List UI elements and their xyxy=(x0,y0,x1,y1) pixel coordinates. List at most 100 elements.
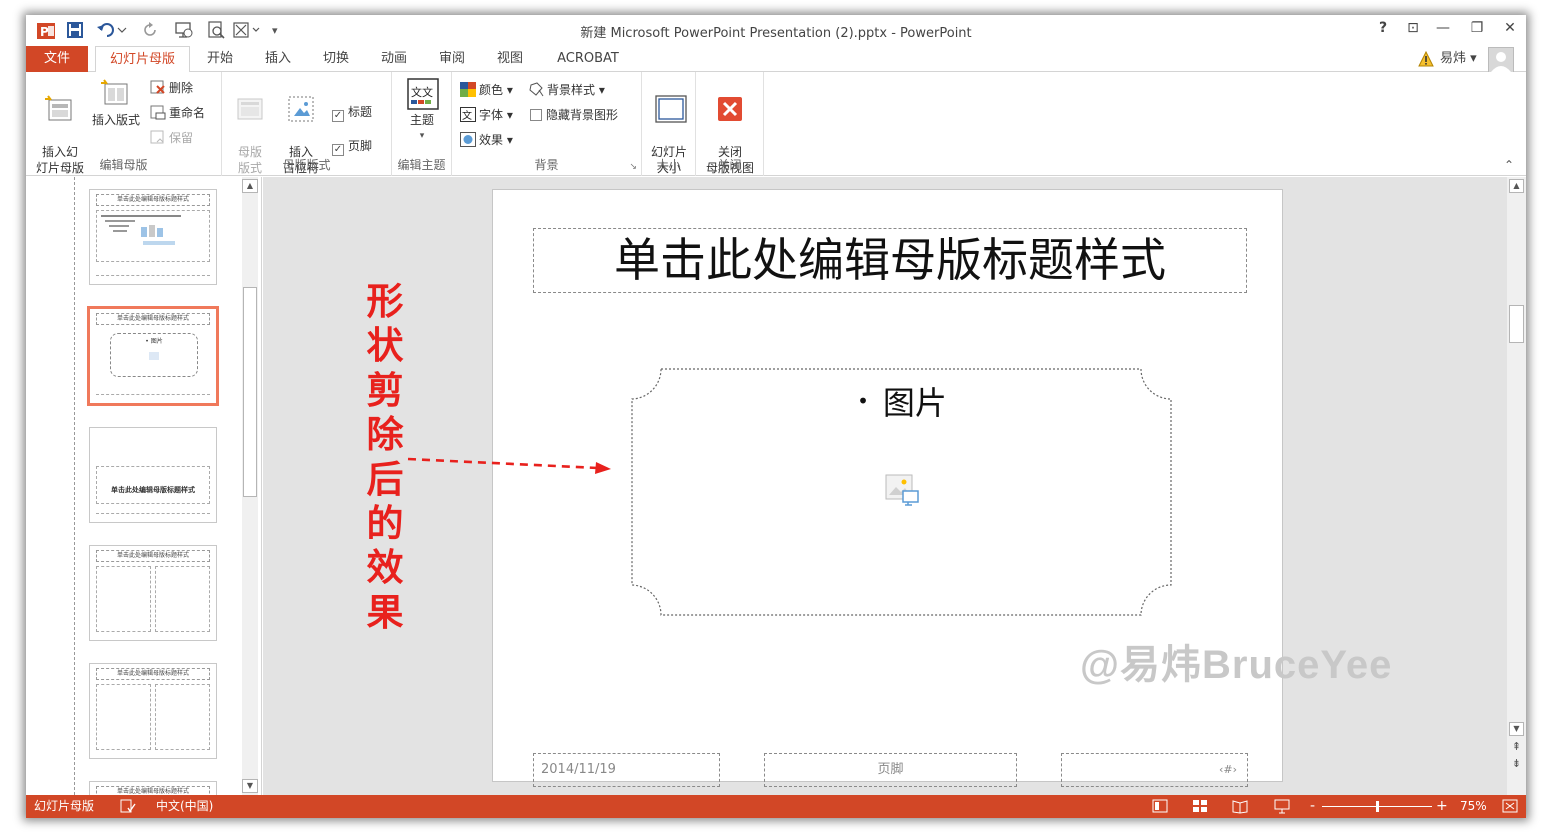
hide-background-graphics-checkbox[interactable]: 隐藏背景图形 xyxy=(530,105,618,125)
annotation-char: 除 xyxy=(366,413,404,457)
thumbnail-layout-6[interactable]: 单击此处编辑母版标题样式 xyxy=(89,781,217,798)
group-edit-master: 插入幻 灯片母版 插入版式 删除 重命名 保留 编辑母版 xyxy=(26,72,222,176)
slide-number-text: ‹#› xyxy=(1218,763,1237,776)
user-account[interactable]: 易炜 ▾ xyxy=(1440,46,1477,72)
tab-animations[interactable]: 动画 xyxy=(372,46,416,72)
avatar[interactable] xyxy=(1488,47,1514,73)
thumbnail-layout-3[interactable]: 单击此处编辑母版标题样式 xyxy=(89,427,217,523)
minimize-button[interactable]: — xyxy=(1432,20,1454,36)
delete-button[interactable]: 删除 xyxy=(150,78,193,98)
maximize-button[interactable]: ❐ xyxy=(1466,20,1488,36)
footer-text: 页脚 xyxy=(877,762,904,777)
tab-insert[interactable]: 插入 xyxy=(256,46,300,72)
hide-bg-label: 隐藏背景图形 xyxy=(546,108,619,122)
fonts-label: 字体 xyxy=(479,108,504,122)
warning-icon xyxy=(1418,50,1434,67)
slide-title-placeholder[interactable]: 单击此处编辑母版标题样式 xyxy=(533,228,1247,293)
rename-icon xyxy=(150,105,166,120)
themes-label: 主题 xyxy=(409,113,434,127)
zoom-in-button[interactable]: + xyxy=(1436,795,1448,818)
editor-scroll-thumb[interactable] xyxy=(1509,305,1524,343)
footer-checkbox-label: 页脚 xyxy=(348,139,373,153)
zoom-level[interactable]: 75% xyxy=(1460,795,1487,818)
editor-scroll-down-icon[interactable]: ▼ xyxy=(1509,722,1524,736)
group-master-layout: 母版 版式 插入 占位符 ✓ 标题 ✓ 页脚 母版版式 xyxy=(222,72,392,176)
zoom-slider-thumb[interactable] xyxy=(1376,801,1379,812)
tab-view[interactable]: 视图 xyxy=(488,46,532,72)
title-bar: P ▾ 新建 Microsoft PowerPoint Presentation… xyxy=(26,15,1526,46)
footer-checkbox[interactable]: ✓ 页脚 xyxy=(332,136,372,156)
status-bar: 幻灯片母版 中文(中国) - + 75% xyxy=(26,795,1526,818)
hide-bg-check-icon xyxy=(530,109,542,121)
tab-review[interactable]: 审阅 xyxy=(430,46,474,72)
next-slide-icon[interactable]: ⇟ xyxy=(1509,757,1524,771)
screenshot-frame: P ▾ 新建 Microsoft PowerPoint Presentation… xyxy=(0,0,1552,832)
slide-sorter-icon[interactable] xyxy=(1192,799,1208,814)
thumbnail-scrollbar[interactable]: ▲ ▼ xyxy=(242,177,258,795)
colors-icon xyxy=(460,82,476,97)
previous-slide-icon[interactable]: ⇞ xyxy=(1509,740,1524,754)
thumbnail-layout-4[interactable]: 单击此处编辑母版标题样式 xyxy=(89,545,217,641)
footer-placeholder[interactable]: 页脚 xyxy=(764,753,1017,787)
ribbon-display-options-button[interactable]: ⊡ xyxy=(1402,20,1424,36)
slide-number-placeholder[interactable]: ‹#› xyxy=(1061,753,1248,787)
group-label-edit-master: 编辑母版 xyxy=(99,158,148,172)
thumbnail-layout-1[interactable]: 单击此处编辑母版标题样式 xyxy=(89,189,217,285)
thumbnail-picture-placeholder: • 图片 xyxy=(110,333,198,377)
thumbnail-left-column xyxy=(96,566,151,632)
slide-show-icon[interactable] xyxy=(1274,799,1290,814)
tab-slide-master[interactable]: 幻灯片母版 xyxy=(95,46,190,73)
svg-text:文文: 文文 xyxy=(411,85,433,99)
scroll-up-icon[interactable]: ▲ xyxy=(242,179,258,193)
thumbnail-section-placeholder: 单击此处编辑母版标题样式 xyxy=(96,466,210,504)
effects-dropdown[interactable]: 效果 ▾ xyxy=(460,130,513,150)
spell-check-icon[interactable] xyxy=(120,799,136,814)
colors-dropdown[interactable]: 颜色 ▾ xyxy=(460,80,513,100)
fit-to-window-icon[interactable] xyxy=(1502,799,1518,814)
tab-file[interactable]: 文件 xyxy=(26,46,88,72)
colors-label: 颜色 xyxy=(479,83,504,97)
group-label-master-layout: 母版版式 xyxy=(282,158,331,172)
rename-button[interactable]: 重命名 xyxy=(150,103,205,123)
preserve-icon xyxy=(150,130,166,145)
tab-acrobat[interactable]: ACROBAT xyxy=(548,46,628,72)
normal-view-icon[interactable] xyxy=(1152,799,1168,814)
themes-button[interactable]: 文文 主题 ▾ xyxy=(398,78,446,144)
reading-view-icon[interactable] xyxy=(1232,799,1248,814)
watermark: @易炜BruceYee xyxy=(1080,643,1393,687)
thumbnail-title: 单击此处编辑母版标题样式 xyxy=(96,668,210,680)
thumbnail-layout-2-selected[interactable]: 单击此处编辑母版标题样式 • 图片 xyxy=(87,306,219,406)
insert-picture-icon[interactable] xyxy=(885,473,919,507)
thumbnail-right-column xyxy=(155,684,210,750)
thumbnail-bullet: • 图片 xyxy=(145,338,163,345)
language-indicator[interactable]: 中文(中国) xyxy=(156,795,213,818)
group-size: 幻灯片 大小 大小 xyxy=(642,72,696,176)
zoom-out-button[interactable]: - xyxy=(1310,795,1315,818)
thumbnail-layout-5[interactable]: 单击此处编辑母版标题样式 xyxy=(89,663,217,759)
background-styles-dropdown[interactable]: 背景样式 ▾ xyxy=(528,80,605,100)
date-placeholder[interactable]: 2014/11/19 xyxy=(533,753,720,787)
master-hierarchy-line xyxy=(74,177,75,795)
background-dialog-launcher-icon[interactable]: ↘ xyxy=(629,162,637,172)
thumbnail-title: 单击此处编辑母版标题样式 xyxy=(96,313,210,325)
picture-bullet-text: 图片 xyxy=(882,384,947,422)
tab-transitions[interactable]: 切换 xyxy=(314,46,358,72)
editor-scroll-up-icon[interactable]: ▲ xyxy=(1509,179,1524,193)
title-checkbox[interactable]: ✓ 标题 xyxy=(332,102,372,122)
insert-layout-button[interactable]: 插入版式 xyxy=(88,78,144,128)
zoom-slider[interactable] xyxy=(1322,801,1432,812)
fonts-dropdown[interactable]: 文字体 ▾ xyxy=(460,105,513,125)
close-window-button[interactable]: ✕ xyxy=(1499,20,1521,36)
editor-scrollbar[interactable]: ▲ ▼ ⇞ ⇟ xyxy=(1507,177,1526,795)
thumbnail-scroll-thumb[interactable] xyxy=(243,287,257,497)
preserve-button[interactable]: 保留 xyxy=(150,128,193,148)
thumbnail-title: 单击此处编辑母版标题样式 xyxy=(96,550,210,562)
collapse-ribbon-icon[interactable]: ⌃ xyxy=(1504,158,1514,172)
help-button[interactable]: ? xyxy=(1372,20,1394,36)
group-label-edit-theme: 编辑主题 xyxy=(397,158,446,172)
scroll-down-icon[interactable]: ▼ xyxy=(242,779,258,793)
bullet-row: • 图片 xyxy=(631,378,1173,424)
tab-home[interactable]: 开始 xyxy=(198,46,242,72)
annotation-char: 形 xyxy=(366,280,404,323)
group-label-background: 背景 xyxy=(534,158,559,172)
